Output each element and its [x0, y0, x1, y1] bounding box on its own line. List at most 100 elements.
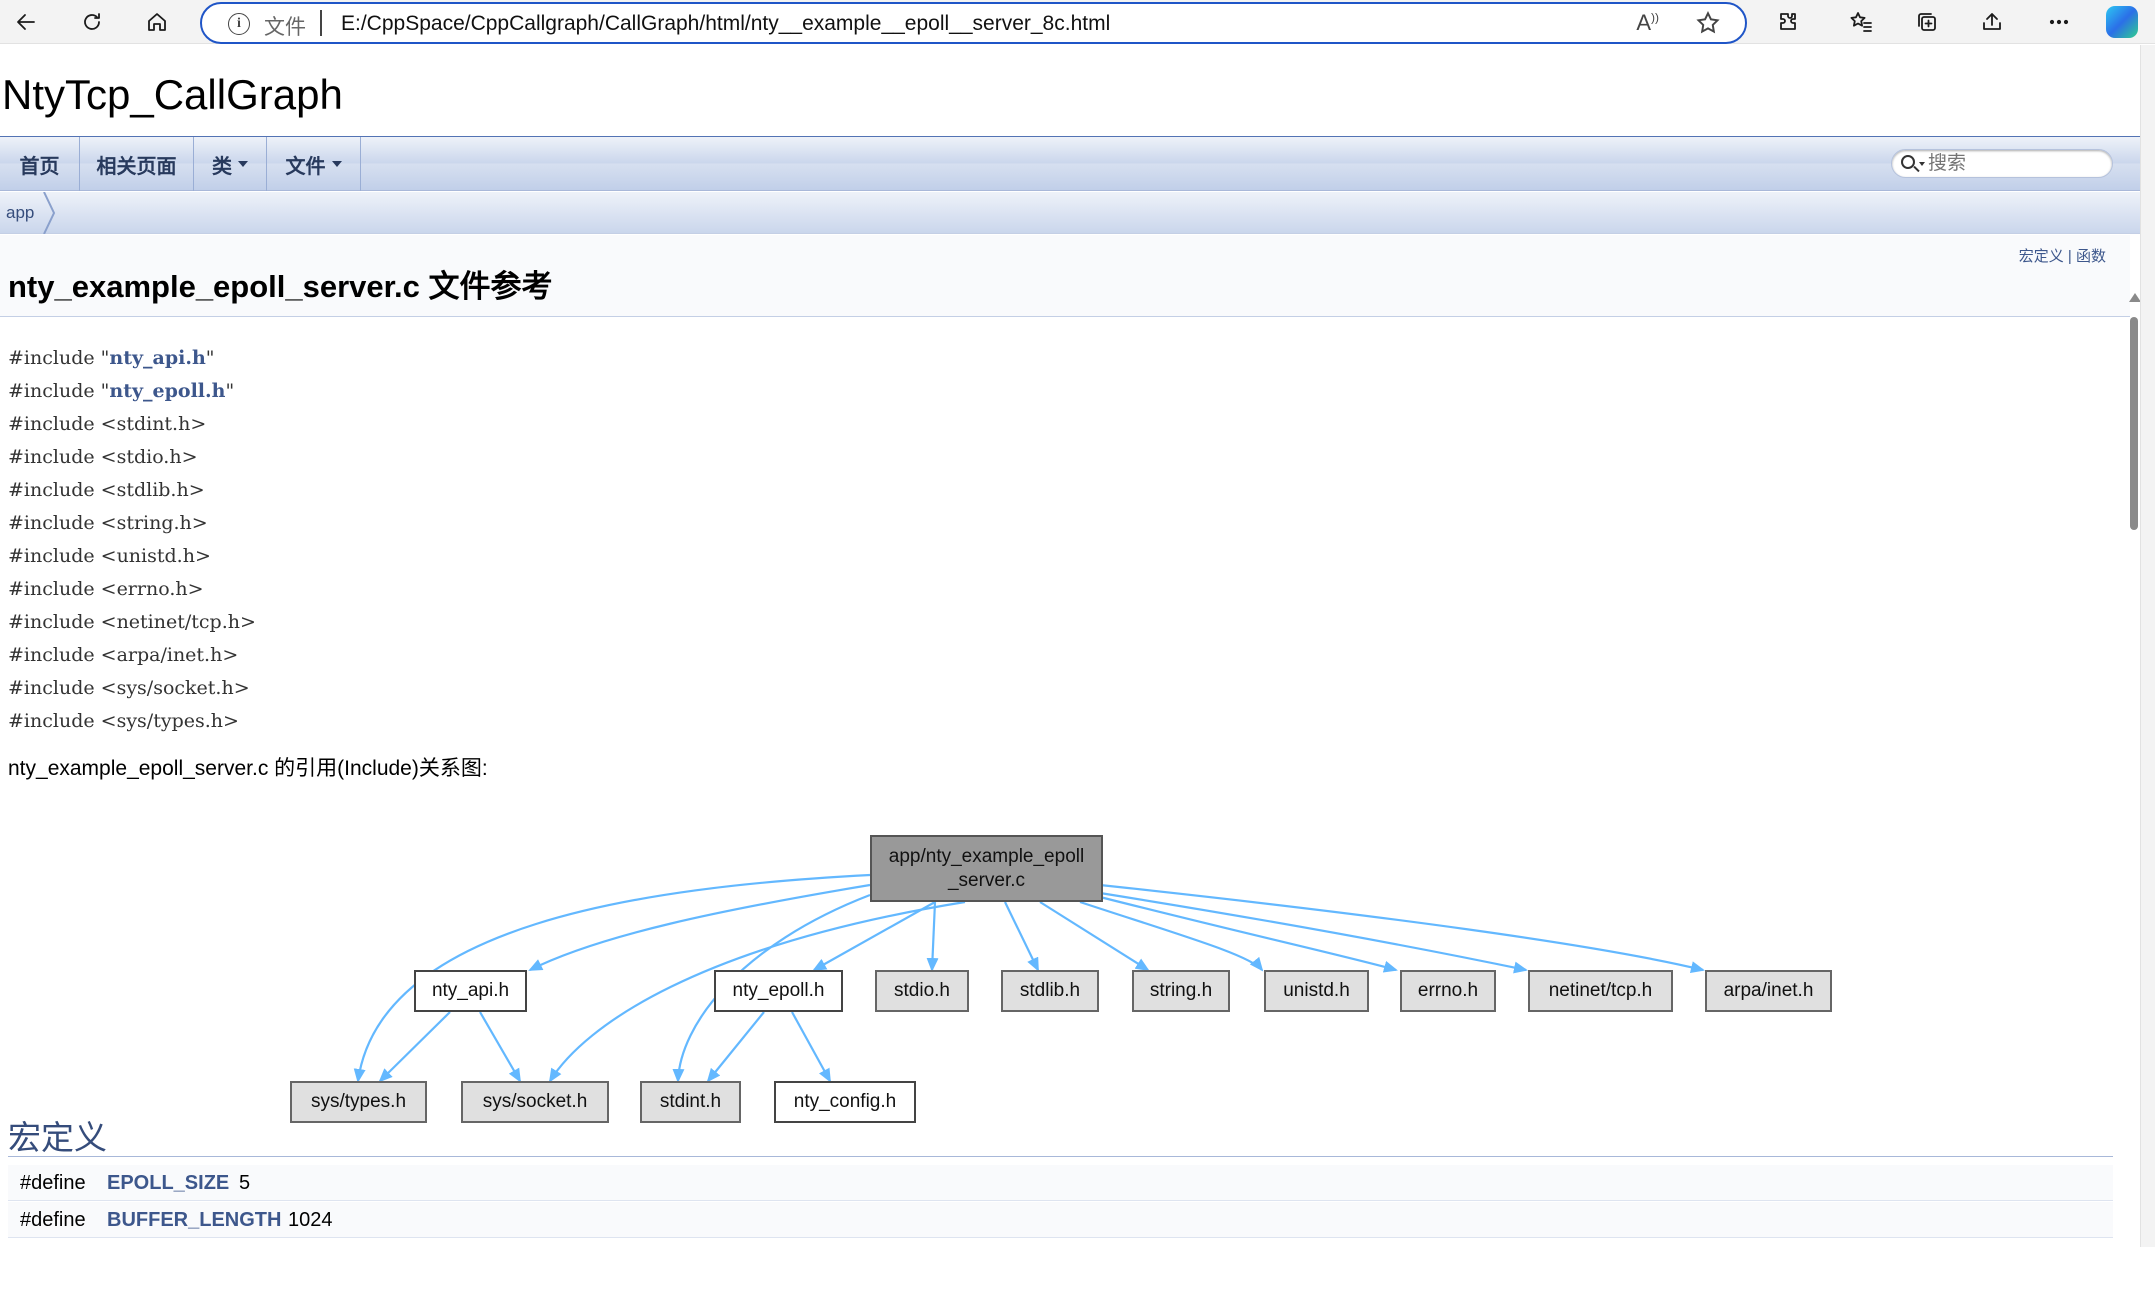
graph-node-root[interactable]: app/nty_example_epoll _server.c — [870, 835, 1103, 902]
summary-link-functions[interactable]: 函数 — [2076, 248, 2106, 265]
include-open-delim: < — [100, 677, 117, 699]
scroll-thumb[interactable] — [2130, 317, 2138, 530]
include-file-link[interactable]: nty_epoll.h — [109, 380, 225, 402]
include-directive: #include — [8, 710, 101, 732]
include-close-delim: > — [187, 578, 204, 600]
graph-edge — [926, 901, 939, 972]
graph-node-nty-config[interactable]: nty_config.h — [774, 1081, 916, 1123]
graph-node-root-line1: app/nty_example_epoll — [888, 845, 1085, 867]
include-line: #include <stdlib.h> — [8, 479, 256, 512]
include-list: #include "nty_api.h" #include "nty_epoll.… — [8, 347, 256, 743]
include-line: #include <sys/types.h> — [8, 710, 256, 743]
include-close-delim: > — [188, 479, 205, 501]
include-file-name: errno.h — [116, 578, 188, 600]
nav-related-pages[interactable]: 相关页面 — [80, 137, 194, 191]
graph-node-nty-epoll[interactable]: nty_epoll.h — [714, 970, 843, 1012]
graph-edge — [479, 1011, 522, 1083]
include-open-delim: < — [100, 578, 117, 600]
graph-node-root-line2: _server.c — [947, 869, 1026, 891]
include-file-link[interactable]: nty_api.h — [109, 347, 205, 369]
share-icon[interactable] — [1974, 4, 2010, 40]
include-open-delim: < — [100, 446, 117, 468]
address-scheme-label: 文件 — [264, 16, 306, 39]
breadcrumb-separator-icon — [43, 192, 56, 234]
macros-heading: 宏定义 — [8, 1119, 107, 1156]
include-line: #include <stdint.h> — [8, 413, 256, 446]
include-line: #include <arpa/inet.h> — [8, 644, 256, 677]
address-url[interactable]: E:/CppSpace/CppCallgraph/CallGraph/html/… — [341, 12, 1110, 36]
doxygen-page: NtyTcp_CallGraph 首页 相关页面 类 文件 app 宏定义 | … — [0, 45, 2141, 1247]
include-line: #include <string.h> — [8, 512, 256, 545]
nav-classes[interactable]: 类 — [194, 137, 267, 191]
include-open-delim: < — [100, 512, 117, 534]
graph-node-label: string.h — [1149, 980, 1213, 1001]
graph-edge — [1004, 901, 1039, 972]
graph-node-sys-types: sys/types.h — [290, 1081, 427, 1123]
graph-edge — [1099, 883, 1705, 974]
include-open-delim: < — [100, 710, 117, 732]
graph-node-label: stdint.h — [659, 1091, 722, 1112]
macro-row: #define BUFFER_LENGTH 1024 — [8, 1202, 2113, 1238]
copilot-icon[interactable] — [2106, 6, 2138, 38]
include-directive: #include — [8, 677, 101, 699]
page-scrollbar[interactable] — [2128, 293, 2141, 1292]
include-directive: #include — [8, 512, 101, 534]
site-info-icon[interactable]: i — [228, 13, 250, 35]
include-close-delim: " — [205, 347, 215, 369]
graph-node-stdint: stdint.h — [640, 1081, 741, 1123]
graph-edge — [378, 1011, 451, 1083]
nav-classes-label: 类 — [212, 155, 232, 178]
graph-edge — [791, 1011, 831, 1083]
collections-icon[interactable] — [1909, 4, 1945, 40]
macro-name-link[interactable]: EPOLL_SIZE — [107, 1172, 229, 1195]
include-line: #include "nty_api.h" — [8, 347, 256, 380]
include-file-name: sys/types.h — [116, 710, 224, 732]
macro-value: 1024 — [288, 1209, 333, 1231]
address-bar[interactable]: i 文件 E:/CppSpace/CppCallgraph/CallGraph/… — [200, 2, 1747, 44]
home-icon[interactable] — [139, 4, 175, 40]
extensions-icon[interactable] — [1770, 4, 1806, 40]
include-open-delim: < — [100, 611, 117, 633]
graph-node-label: nty_api.h — [431, 980, 510, 1001]
address-separator — [320, 10, 322, 36]
refresh-icon[interactable] — [74, 4, 110, 40]
graph-node-label: nty_config.h — [793, 1091, 897, 1112]
search-input[interactable] — [1928, 152, 2108, 176]
include-file-name: string.h — [116, 512, 192, 534]
nav-home-label: 首页 — [19, 155, 60, 178]
window-right-edge — [2140, 45, 2155, 1247]
include-file-name: netinet/tcp.h — [116, 611, 240, 633]
include-open-delim: < — [100, 479, 117, 501]
include-open-delim: < — [100, 545, 117, 567]
include-directive: #include — [8, 578, 101, 600]
back-icon[interactable] — [8, 4, 44, 40]
macro-name-link[interactable]: BUFFER_LENGTH — [107, 1209, 281, 1232]
include-close-delim: > — [233, 677, 250, 699]
nav-files[interactable]: 文件 — [267, 137, 361, 191]
search-options-caret-icon[interactable] — [1919, 162, 1925, 166]
page-title: nty_example_epoll_server.c 文件参考 — [8, 269, 553, 304]
favorites-list-icon[interactable] — [1843, 4, 1879, 40]
graph-node-label: unistd.h — [1283, 980, 1350, 1001]
nav-related-pages-label: 相关页面 — [96, 155, 177, 178]
breadcrumb-item-app[interactable]: app — [6, 203, 34, 223]
graph-node-netinet-tcp: netinet/tcp.h — [1528, 970, 1673, 1012]
include-directive: #include — [8, 347, 101, 369]
include-close-delim: > — [222, 644, 239, 666]
graph-node-label: errno.h — [1417, 980, 1479, 1001]
include-close-delim: > — [181, 446, 198, 468]
read-aloud-icon[interactable]: A)) — [1636, 10, 1659, 36]
search-icon[interactable] — [1901, 155, 1915, 169]
graph-node-unistd: unistd.h — [1264, 970, 1369, 1012]
caret-down-icon — [238, 161, 248, 167]
include-line: #include <netinet/tcp.h> — [8, 611, 256, 644]
graph-node-label: arpa/inet.h — [1723, 980, 1814, 1001]
summary-link-macros[interactable]: 宏定义 — [2019, 248, 2064, 265]
include-line: #include <unistd.h> — [8, 545, 256, 578]
favorite-star-icon[interactable] — [1695, 10, 1721, 41]
main-navbar: 首页 相关页面 类 文件 — [0, 137, 2140, 191]
more-menu-icon[interactable] — [2041, 4, 2077, 40]
graph-node-label: nty_epoll.h — [732, 980, 825, 1001]
nav-home[interactable]: 首页 — [0, 137, 80, 191]
graph-node-nty-api[interactable]: nty_api.h — [414, 970, 527, 1012]
